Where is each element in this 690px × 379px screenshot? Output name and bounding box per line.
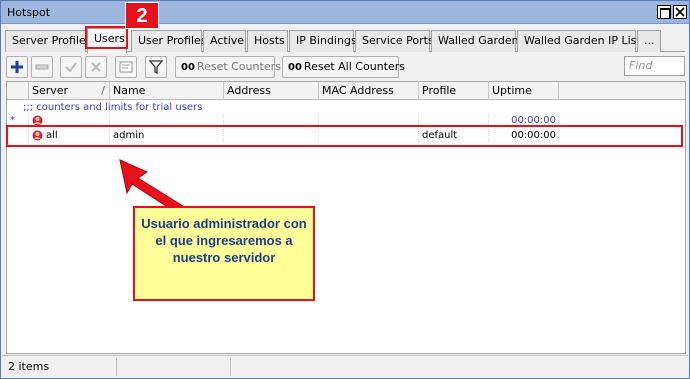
callout-arrow [119,159,187,216]
annotation-callout: Usuario administrador con el que ingresa… [133,206,315,301]
